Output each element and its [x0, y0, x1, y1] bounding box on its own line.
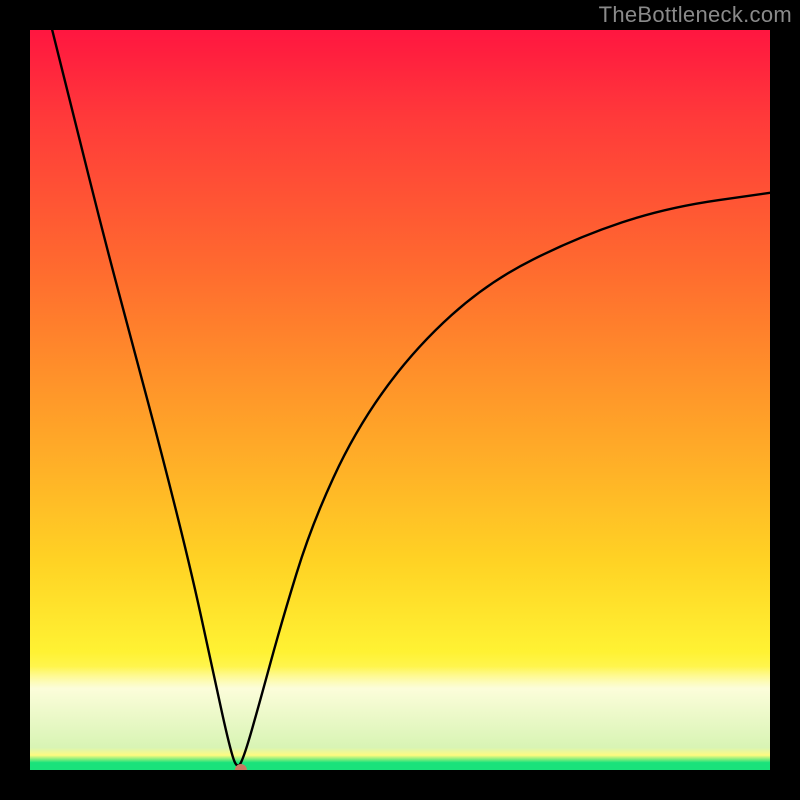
- chart-frame: TheBottleneck.com: [0, 0, 800, 800]
- plot-area: [30, 30, 770, 770]
- bottleneck-curve: [52, 30, 770, 766]
- watermark-text: TheBottleneck.com: [599, 2, 792, 28]
- curve-layer: [30, 30, 770, 770]
